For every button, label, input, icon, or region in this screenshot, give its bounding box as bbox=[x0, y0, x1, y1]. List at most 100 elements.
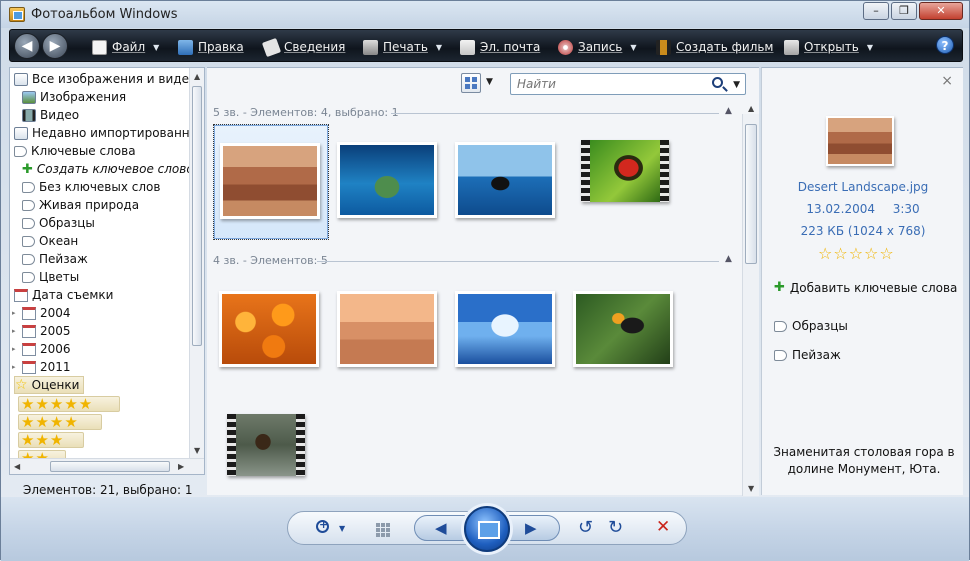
email-button[interactable]: Эл. почта bbox=[460, 38, 540, 56]
zoom-icon[interactable] bbox=[316, 518, 329, 533]
add-tags-button[interactable]: ✚ Добавить ключевые слова bbox=[774, 280, 957, 295]
nav-year-2004[interactable]: ▸ 2004 bbox=[12, 304, 71, 322]
playback-control-bar: ▼ ◀ ▶ ↺ ↻ ✕ bbox=[1, 497, 969, 561]
info-time[interactable]: 3:30 bbox=[893, 202, 920, 216]
scroll-thumb[interactable] bbox=[50, 461, 170, 472]
search-icon[interactable] bbox=[712, 77, 723, 88]
thumbnail-whale-tail[interactable] bbox=[449, 124, 565, 240]
navigation-vertical-scrollbar[interactable]: ▲ ▼ bbox=[189, 68, 204, 460]
close-button[interactable]: ✕ bbox=[919, 2, 963, 20]
make-movie-button[interactable]: Создать фильм bbox=[656, 38, 773, 56]
nav-untagged[interactable]: Без ключевых слов bbox=[22, 178, 160, 196]
expand-icon[interactable]: ▸ bbox=[12, 363, 18, 371]
thumbnail-toucan[interactable] bbox=[567, 273, 683, 389]
chevron-down-icon: ▼ bbox=[435, 42, 443, 52]
thumbnail-desert-oryx[interactable] bbox=[331, 273, 447, 389]
scroll-down-icon[interactable]: ▼ bbox=[194, 446, 200, 455]
group-header-5-stars[interactable]: 5 зв. - Элементов: 4, выбрано: 1 bbox=[213, 106, 399, 119]
nav-create-tag[interactable]: ✚ Создать ключевое слово bbox=[22, 160, 190, 178]
scroll-thumb[interactable] bbox=[745, 124, 757, 264]
photo-desert-landscape bbox=[220, 143, 320, 219]
rating-3-stars[interactable]: ★★★ bbox=[18, 432, 84, 448]
nav-year-2005[interactable]: ▸ 2005 bbox=[12, 322, 71, 340]
nav-tag-landscape[interactable]: Пейзаж bbox=[22, 250, 88, 268]
info-description[interactable]: Знаменитая столовая гора в долине Монуме… bbox=[772, 444, 956, 478]
nav-tag-ocean[interactable]: Океан bbox=[22, 232, 78, 250]
back-button[interactable]: ◀ bbox=[14, 33, 40, 59]
thumbnail-arctic-ice[interactable] bbox=[449, 273, 565, 389]
group-divider bbox=[317, 261, 719, 262]
search-box[interactable]: ▼ bbox=[510, 73, 746, 95]
nav-ratings[interactable]: ☆ Оценки bbox=[14, 376, 85, 394]
thumbnail-desert-landscape[interactable] bbox=[213, 124, 329, 240]
open-menu[interactable]: Открыть ▼ bbox=[784, 38, 873, 56]
chevron-down-icon: ▼ bbox=[866, 42, 873, 52]
help-button[interactable]: ? bbox=[936, 36, 954, 54]
search-input[interactable] bbox=[511, 74, 701, 94]
nav-date-taken[interactable]: Дата съемки bbox=[14, 286, 113, 304]
rating-4-stars[interactable]: ★★★★ bbox=[18, 414, 102, 430]
nav-video[interactable]: Видео bbox=[22, 106, 79, 124]
thumbnail-vertical-scrollbar[interactable]: ▲ ▼ bbox=[742, 104, 759, 496]
scroll-left-icon[interactable]: ◀ bbox=[14, 462, 20, 471]
next-button[interactable]: ▶ bbox=[504, 515, 560, 541]
view-thumbnails-button[interactable] bbox=[461, 73, 481, 93]
tag-icon bbox=[774, 320, 787, 332]
tag-icon bbox=[22, 271, 35, 283]
nav-year-2011[interactable]: ▸ 2011 bbox=[12, 358, 71, 376]
info-filename[interactable]: Desert Landscape.jpg bbox=[762, 180, 964, 194]
expand-icon[interactable]: ▸ bbox=[12, 345, 18, 353]
burn-menu[interactable]: Запись ▼ bbox=[558, 38, 637, 56]
scroll-thumb[interactable] bbox=[192, 86, 202, 346]
thumbnail-flowers[interactable] bbox=[213, 273, 329, 389]
nav-tag-wildlife[interactable]: Живая природа bbox=[22, 196, 139, 214]
rating-5-stars[interactable]: ★★★★★ bbox=[18, 396, 120, 412]
nav-tag-flowers[interactable]: Цветы bbox=[22, 268, 79, 286]
expand-icon[interactable]: ▸ bbox=[12, 309, 18, 317]
info-pane: × Desert Landscape.jpg 13.02.2004 3:30 2… bbox=[761, 67, 963, 495]
minimize-button[interactable]: – bbox=[863, 2, 889, 20]
collapse-group-icon[interactable]: ▲ bbox=[725, 254, 732, 264]
print-menu[interactable]: Печать ▼ bbox=[363, 38, 442, 56]
collapse-group-icon[interactable]: ▲ bbox=[725, 106, 732, 116]
info-tag-landscape[interactable]: Пейзаж bbox=[774, 348, 841, 362]
nav-recently-imported[interactable]: Недавно импортированные bbox=[14, 124, 190, 142]
group-header-4-stars[interactable]: 4 зв. - Элементов: 5 bbox=[213, 254, 328, 267]
nav-year-2006[interactable]: ▸ 2006 bbox=[12, 340, 71, 358]
info-rating-stars[interactable]: ☆☆☆☆☆ bbox=[818, 244, 895, 263]
scroll-up-icon[interactable]: ▲ bbox=[748, 104, 754, 113]
chevron-down-icon[interactable]: ▼ bbox=[486, 77, 493, 87]
calendar-icon bbox=[22, 360, 36, 374]
info-tag-samples[interactable]: Образцы bbox=[774, 319, 848, 333]
forward-button[interactable]: ▶ bbox=[42, 33, 68, 59]
info-button[interactable]: Сведения bbox=[261, 37, 345, 57]
thumbnail-video-frog[interactable] bbox=[567, 124, 683, 240]
chevron-down-icon[interactable]: ▼ bbox=[733, 80, 740, 90]
navigation-horizontal-scrollbar[interactable]: ◀ ▶ bbox=[10, 458, 204, 474]
thumbnail-sea-turtle[interactable] bbox=[331, 124, 447, 240]
slideshow-button[interactable] bbox=[464, 506, 510, 552]
scroll-down-icon[interactable]: ▼ bbox=[748, 484, 754, 493]
scroll-right-icon[interactable]: ▶ bbox=[178, 462, 184, 471]
app-icon bbox=[9, 7, 25, 22]
grid-view-icon[interactable] bbox=[376, 523, 380, 527]
nav-tag-samples[interactable]: Образцы bbox=[22, 214, 95, 232]
rotate-left-icon[interactable]: ↺ bbox=[578, 517, 593, 538]
nav-images[interactable]: Изображения bbox=[22, 88, 126, 106]
disc-icon bbox=[558, 39, 573, 55]
rotate-right-icon[interactable]: ↻ bbox=[608, 517, 623, 538]
command-bar: ◀ ▶ Файл ▼ Правка Сведения Печать ▼ Эл. по… bbox=[9, 29, 963, 62]
info-date-time[interactable]: 13.02.2004 3:30 bbox=[762, 202, 964, 216]
delete-icon[interactable]: ✕ bbox=[656, 517, 670, 537]
nav-tags[interactable]: Ключевые слова bbox=[14, 142, 136, 160]
nav-all-images[interactable]: Все изображения и видео bbox=[14, 70, 190, 88]
info-date[interactable]: 13.02.2004 bbox=[806, 202, 875, 216]
edit-button[interactable]: Правка bbox=[178, 38, 244, 56]
previous-button[interactable]: ◀ bbox=[414, 515, 470, 541]
scroll-up-icon[interactable]: ▲ bbox=[194, 72, 200, 81]
expand-icon[interactable]: ▸ bbox=[12, 327, 18, 335]
file-menu[interactable]: Файл ▼ bbox=[92, 38, 159, 56]
maximize-button[interactable]: ❐ bbox=[891, 2, 917, 20]
close-info-pane-icon[interactable]: × bbox=[941, 73, 953, 89]
chevron-down-icon[interactable]: ▼ bbox=[339, 524, 345, 533]
